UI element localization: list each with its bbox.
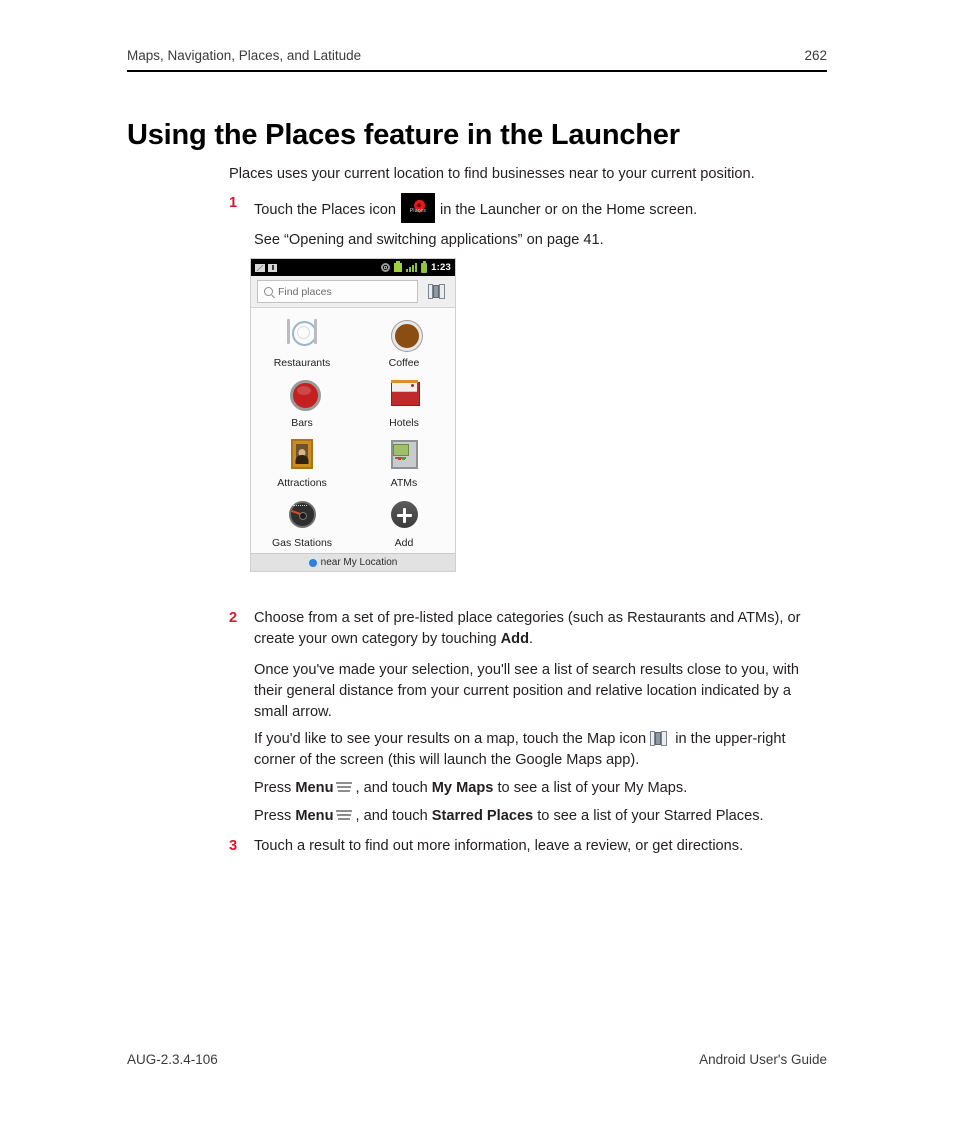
step-1-text-b: in the Launcher or on the Home screen. — [439, 202, 698, 218]
step-1-line-1: Touch the Places icon Places in the Laun… — [254, 193, 829, 223]
header-divider — [127, 70, 827, 72]
bars-icon — [284, 378, 321, 414]
category-add[interactable]: Add — [353, 498, 455, 549]
phone-status-bar: 1:23 — [251, 259, 455, 276]
near-my-location-label: near My Location — [320, 557, 398, 568]
gas-stations-icon — [284, 498, 320, 534]
status-notification-icons — [255, 263, 277, 272]
step-1-number: 1 — [229, 195, 238, 211]
step-2-text: Choose from a set of pre-listed place ca… — [254, 608, 829, 650]
my-maps-text-b: to see a list of your My Maps. — [497, 780, 688, 796]
hotels-icon — [386, 378, 422, 414]
category-label: Hotels — [389, 417, 419, 429]
category-bars[interactable]: Bars — [251, 378, 353, 429]
gmail-icon — [255, 263, 265, 272]
category-hotels[interactable]: Hotels — [353, 378, 455, 429]
step-2-number: 2 — [229, 610, 238, 626]
places-app-icon: Places — [400, 193, 435, 223]
category-label: Restaurants — [273, 357, 331, 369]
map-paragraph-text-a: If you'd like to see your results on a m… — [254, 731, 647, 747]
step-3: 3 Touch a result to find out more inform… — [229, 836, 829, 857]
category-atms[interactable]: ATMs — [353, 438, 455, 489]
step-3-body: Touch a result to find out more informat… — [254, 836, 829, 857]
sms-icon — [268, 263, 277, 272]
footer-guide-name: Android User's Guide — [699, 1052, 827, 1067]
header-page-number: 262 — [804, 48, 827, 63]
map-icon-paragraph: If you'd like to see your results on a m… — [254, 729, 829, 771]
phone-search-row: Find places — [251, 276, 455, 308]
menu-bold-label: Menu — [295, 780, 334, 796]
category-label: Coffee — [388, 357, 420, 369]
menu-icon — [336, 810, 353, 822]
footer-doc-code: AUG-2.3.4-106 — [127, 1052, 218, 1067]
find-places-input[interactable]: Find places — [257, 280, 418, 303]
atms-icon — [386, 438, 422, 474]
starred-text-a: , and touch — [355, 808, 428, 824]
coffee-icon — [386, 318, 422, 354]
usb-icon — [394, 261, 403, 272]
starred-places-paragraph: Press Menu , and touch Starred Places to … — [254, 806, 829, 827]
category-label: Gas Stations — [271, 537, 333, 549]
signal-bars-icon — [406, 263, 418, 272]
step-1: 1 Touch the Places icon Places in the La… — [229, 193, 829, 251]
intro-paragraph: Places uses your current location to fin… — [229, 166, 755, 182]
step-2-text-b: . — [529, 631, 534, 647]
step-3-number: 3 — [229, 838, 238, 854]
press-label: Press — [254, 808, 292, 824]
header-chapter-title: Maps, Navigation, Places, and Latitude — [127, 48, 362, 63]
battery-icon — [421, 260, 428, 273]
category-label: Add — [394, 537, 414, 549]
category-label: Bars — [291, 417, 313, 429]
category-restaurants[interactable]: Restaurants — [251, 318, 353, 369]
add-bold-label: Add — [500, 631, 529, 647]
results-paragraph: Once you've made your selection, you'll … — [254, 662, 799, 720]
add-icon — [386, 498, 422, 534]
restaurants-icon — [284, 318, 320, 354]
category-label: Attractions — [277, 477, 327, 489]
status-clock: 1:23 — [431, 262, 451, 273]
my-maps-bold-label: My Maps — [431, 780, 494, 796]
map-inline-icon — [650, 731, 668, 746]
step-3-text: Touch a result to find out more informat… — [254, 838, 744, 854]
my-maps-text-a: , and touch — [355, 780, 428, 796]
starred-bold-label: Starred Places — [431, 808, 534, 824]
running-header: Maps, Navigation, Places, and Latitude 2… — [127, 48, 827, 63]
page-footer: AUG-2.3.4-106 Android User's Guide — [127, 1052, 827, 1067]
my-maps-paragraph: Press Menu , and touch My Maps to see a l… — [254, 778, 829, 799]
category-attractions[interactable]: Attractions — [251, 438, 353, 489]
step-2: 2 Choose from a set of pre-listed place … — [229, 608, 829, 650]
gps-icon — [381, 263, 391, 272]
press-label: Press — [254, 780, 292, 796]
page-title: Using the Places feature in the Launcher — [127, 119, 680, 152]
menu-icon — [336, 782, 353, 794]
find-places-placeholder: Find places — [278, 285, 332, 298]
status-system-icons: 1:23 — [381, 260, 451, 273]
category-coffee[interactable]: Coffee — [353, 318, 455, 369]
menu-bold-label: Menu — [295, 808, 334, 824]
map-button-icon[interactable] — [428, 284, 445, 299]
location-dot-icon — [308, 558, 317, 567]
starred-text-b: to see a list of your Starred Places. — [537, 808, 764, 824]
places-icon-label: Places — [409, 208, 427, 214]
step-2-body: Choose from a set of pre-listed place ca… — [254, 608, 829, 650]
search-icon — [264, 287, 273, 296]
attractions-icon — [284, 438, 320, 474]
document-page: Maps, Navigation, Places, and Latitude 2… — [0, 0, 954, 1145]
category-gas-stations[interactable]: Gas Stations — [251, 498, 353, 549]
category-label: ATMs — [390, 477, 418, 489]
places-category-grid: Restaurants Coffee Bars Hotels Attractio… — [251, 308, 455, 553]
step-1-text-a: Touch the Places icon — [254, 202, 396, 218]
step-1-line-2: See “Opening and switching applications”… — [254, 232, 604, 248]
near-my-location-bar[interactable]: near My Location — [251, 553, 455, 571]
phone-screenshot: 1:23 Find places Restaurants Coffee Bars… — [250, 258, 456, 572]
step-1-body: Touch the Places icon Places in the Laun… — [254, 193, 829, 251]
